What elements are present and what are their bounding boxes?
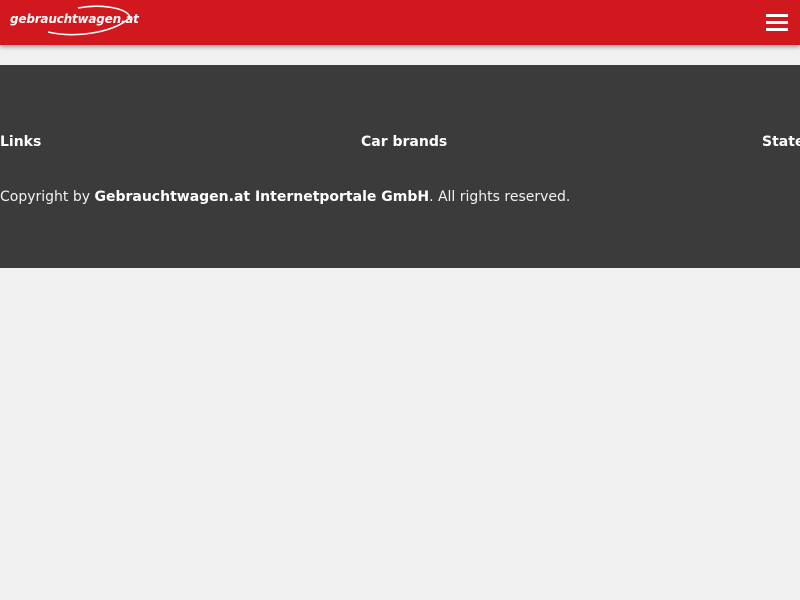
menu-bar-bottom <box>766 28 788 31</box>
copyright-suffix: . All rights reserved. <box>429 189 571 205</box>
menu-bar-middle <box>766 21 788 24</box>
site-footer: Links Car brands State Copyright by Gebr… <box>0 65 800 268</box>
footer-state-heading[interactable]: State <box>762 134 800 150</box>
hamburger-menu-icon[interactable] <box>764 8 790 36</box>
top-navigation-bar: gebrauchtwagen.at <box>0 0 800 45</box>
menu-bar-top <box>766 14 788 17</box>
copyright-notice: Copyright by Gebrauchtwagen.at Internetp… <box>0 189 570 205</box>
logo-text: gebrauchtwagen.at <box>10 12 139 26</box>
footer-car-brands-heading[interactable]: Car brands <box>361 134 447 150</box>
copyright-company: Gebrauchtwagen.at Internetportale GmbH <box>94 189 430 205</box>
site-logo[interactable]: gebrauchtwagen.at <box>8 5 143 37</box>
copyright-prefix: Copyright by <box>0 189 95 205</box>
footer-links-heading[interactable]: Links <box>0 134 41 150</box>
